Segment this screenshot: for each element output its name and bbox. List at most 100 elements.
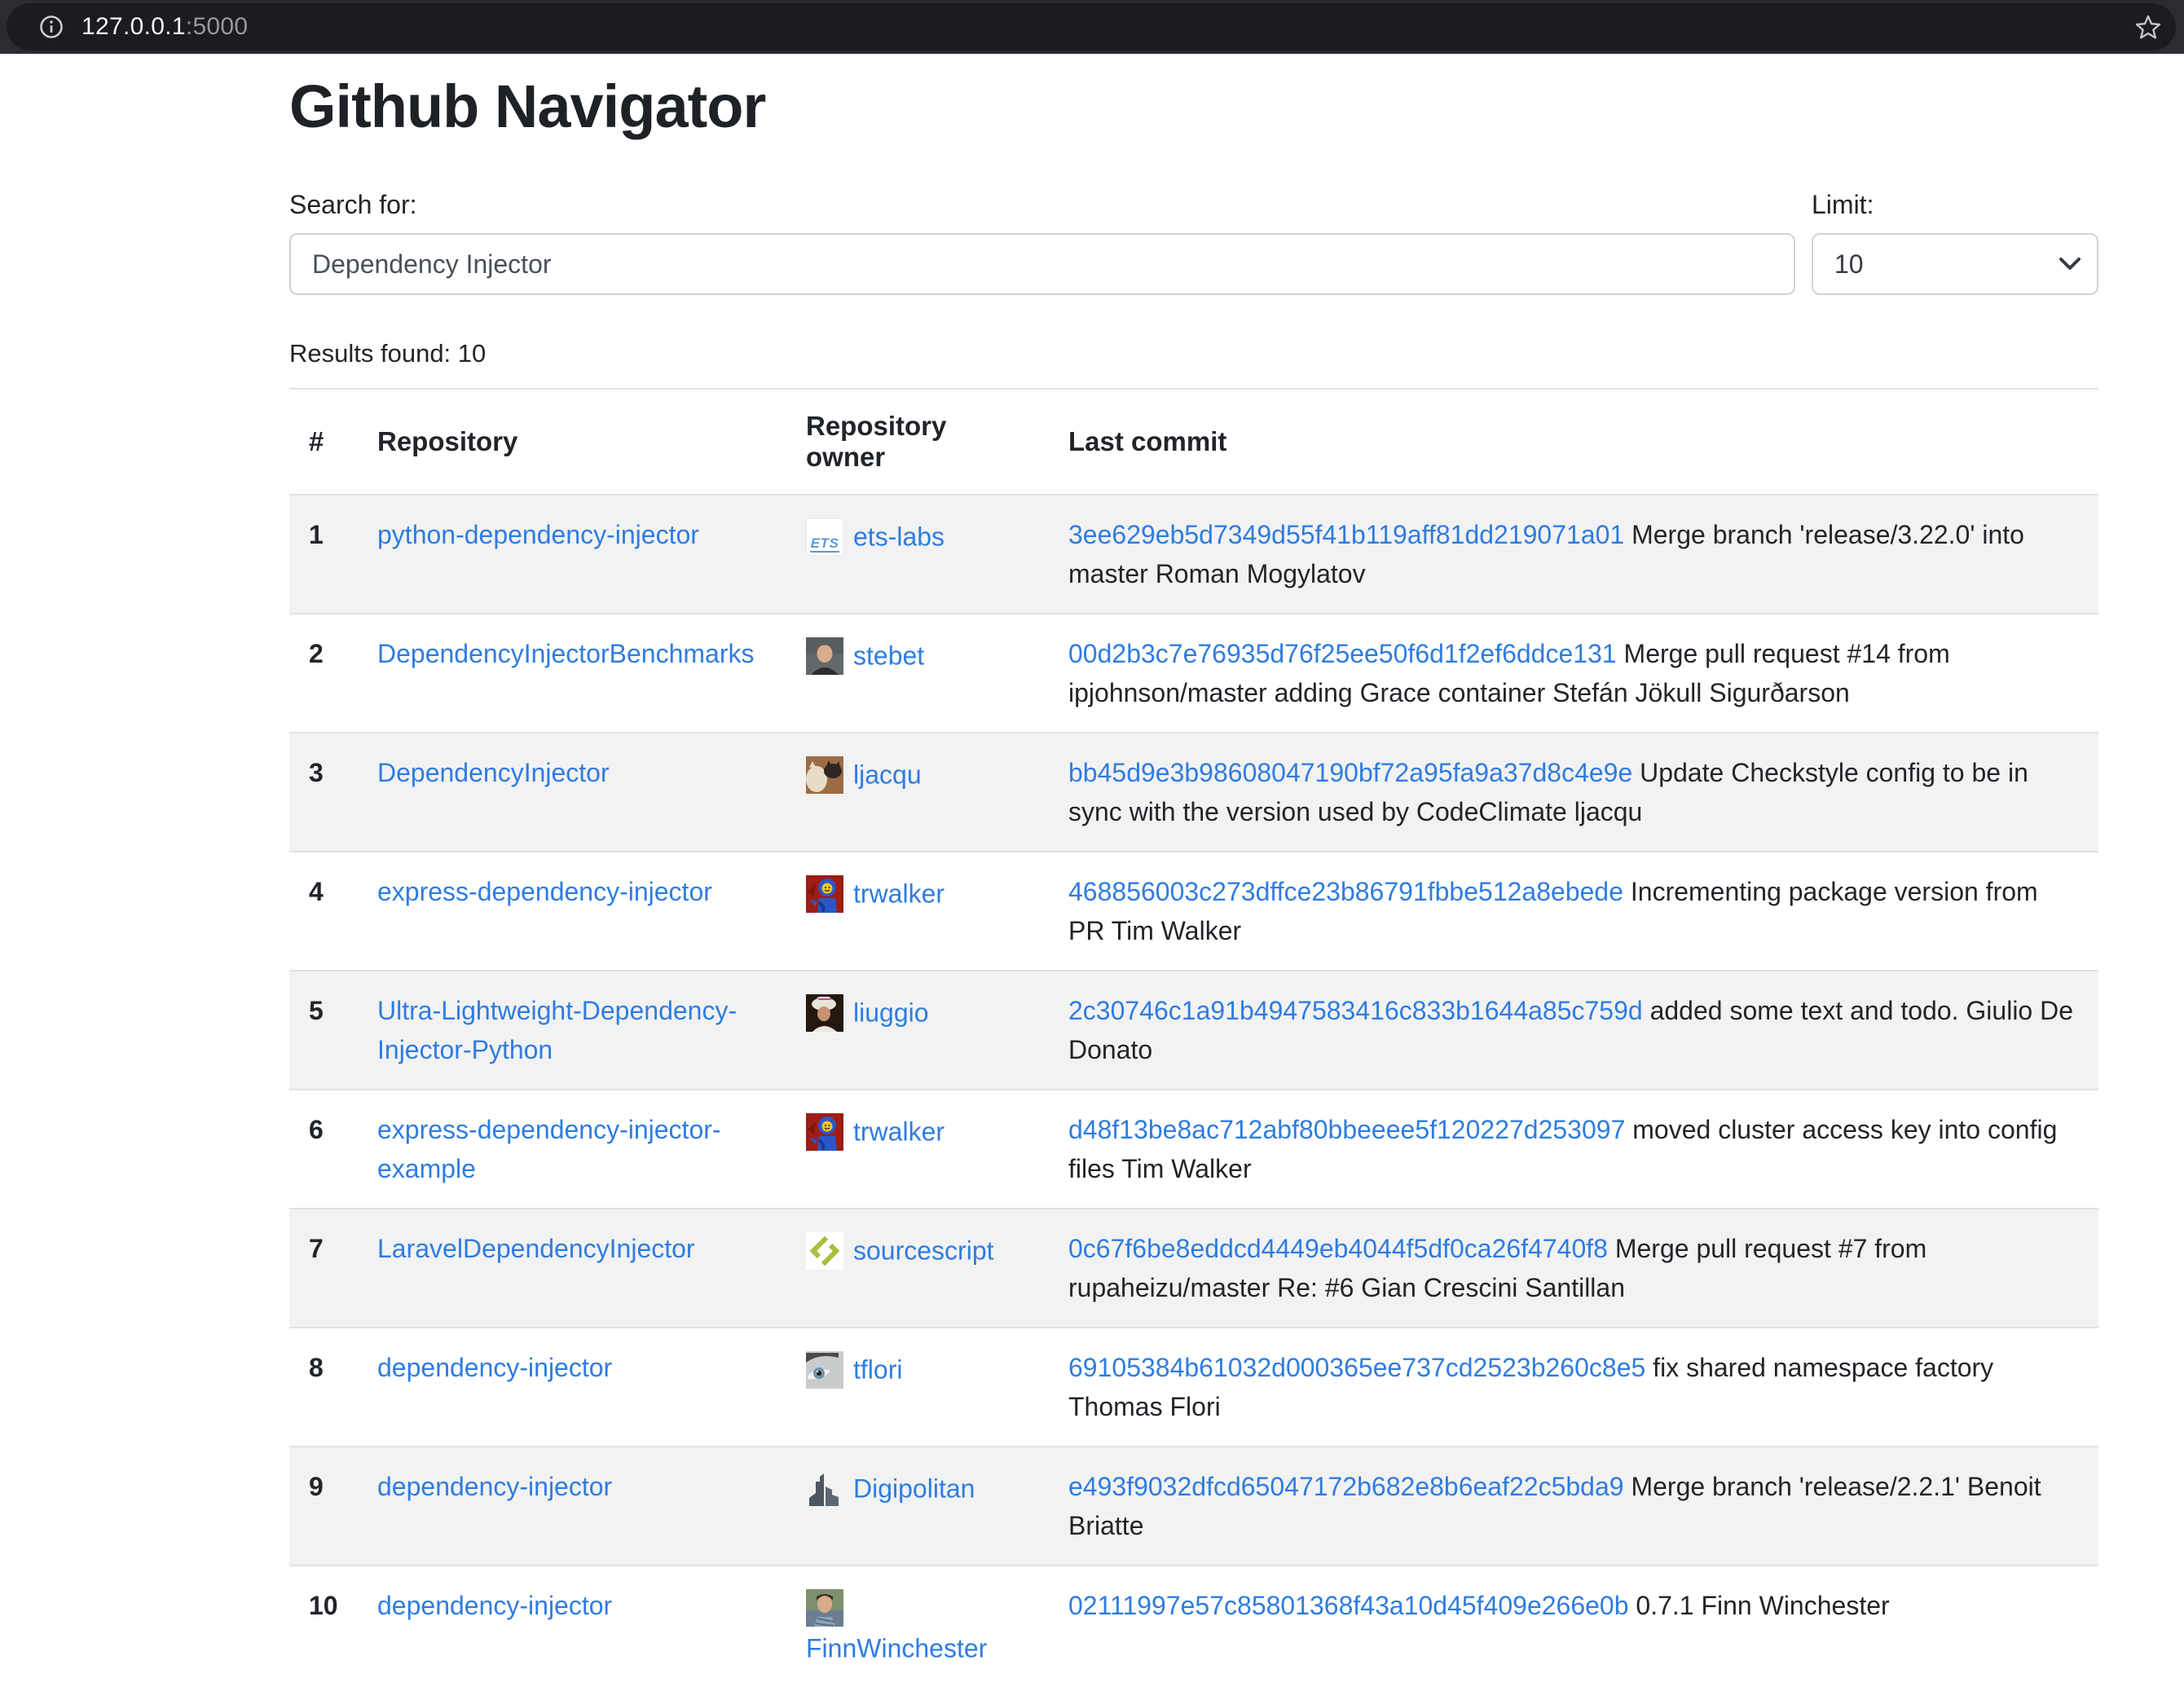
owner-link[interactable]: ljacqu <box>853 760 922 790</box>
repo-link[interactable]: dependency-injector <box>377 1591 612 1620</box>
owner-avatar-ets-logo: ETS <box>806 518 843 556</box>
row-number: 10 <box>289 1566 358 1687</box>
repo-link[interactable]: Ultra-Lightweight-Dependency-Injector-Py… <box>377 996 737 1064</box>
commit-cell: 02111997e57c85801368f43a10d45f409e266e0b… <box>1049 1566 2098 1687</box>
owner-avatar-building-silhouette <box>806 1470 843 1508</box>
repo-cell: python-dependency-injector <box>358 495 786 614</box>
owner-link[interactable]: stebet <box>853 641 924 671</box>
owner-avatar-cats-photo <box>806 756 843 794</box>
owner-link[interactable]: ets-labs <box>853 522 944 552</box>
commit-cell: 3ee629eb5d7349d55f41b119aff81dd219071a01… <box>1049 495 2098 614</box>
commit-hash-link[interactable]: 2c30746c1a91b4947583416c833b1644a85c759d <box>1068 996 1643 1025</box>
commit-hash-link[interactable]: 468856003c273dffce23b86791fbbe512a8ebede <box>1068 877 1623 906</box>
owner-cell: trwalker <box>786 852 1049 971</box>
owner-avatar-eye-closeup <box>806 1351 843 1389</box>
commit-cell: 2c30746c1a91b4947583416c833b1644a85c759d… <box>1049 971 2098 1090</box>
commit-hash-link[interactable]: bb45d9e3b98608047190bf72a95fa9a37d8c4e9e <box>1068 758 1632 787</box>
results-table: # Repository Repository owner Last commi… <box>289 388 2098 1687</box>
page-title: Github Navigator <box>289 72 2098 141</box>
col-header-commit: Last commit <box>1049 389 2098 495</box>
table-row: 1 python-dependency-injector ETS ets-labs… <box>289 495 2098 614</box>
url-text: 127.0.0.1:5000 <box>81 13 248 41</box>
commit-hash-link[interactable]: 69105384b61032d000365ee737cd2523b260c8e5 <box>1068 1353 1645 1382</box>
owner-cell: stebet <box>786 614 1049 733</box>
table-row: 8 dependency-injector tflori 69105384b61… <box>289 1328 2098 1447</box>
info-icon[interactable] <box>39 15 64 39</box>
owner-cell: liuggio <box>786 971 1049 1090</box>
commit-cell: 468856003c273dffce23b86791fbbe512a8ebede… <box>1049 852 2098 971</box>
limit-select[interactable]: 10 <box>1812 233 2098 295</box>
table-row: 9 dependency-injector Digipolitan e493f9… <box>289 1447 2098 1566</box>
row-number: 4 <box>289 852 358 971</box>
owner-avatar-man-portrait <box>806 1589 843 1627</box>
commit-cell: 0c67f6be8eddcd4449eb4044f5df0ca26f4740f8… <box>1049 1209 2098 1328</box>
owner-cell: FinnWinchester <box>786 1566 1049 1687</box>
owner-link[interactable]: tflori <box>853 1355 902 1385</box>
page-container: Github Navigator Search for: Limit: 10 R… <box>289 72 2098 1687</box>
repo-link[interactable]: express-dependency-injector <box>377 877 712 906</box>
browser-toolbar: 127.0.0.1:5000 <box>0 0 2184 54</box>
commit-hash-link[interactable]: 0c67f6be8eddcd4449eb4044f5df0ca26f4740f8 <box>1068 1234 1608 1263</box>
row-number: 3 <box>289 733 358 852</box>
table-row: 3 DependencyInjector ljacqu bb45d9e3b986… <box>289 733 2098 852</box>
table-row: 5 Ultra-Lightweight-Dependency-Injector-… <box>289 971 2098 1090</box>
table-row: 4 express-dependency-injector trwalker 4… <box>289 852 2098 971</box>
col-header-num: # <box>289 389 358 495</box>
owner-link[interactable]: trwalker <box>853 879 944 909</box>
commit-cell: d48f13be8ac712abf80bbeeee5f120227d253097… <box>1049 1090 2098 1209</box>
search-input[interactable] <box>289 233 1795 295</box>
row-number: 8 <box>289 1328 358 1447</box>
commit-hash-link[interactable]: e493f9032dfcd65047172b682e8b6eaf22c5bda9 <box>1068 1472 1624 1501</box>
repo-link[interactable]: DependencyInjector <box>377 758 610 787</box>
commit-hash-link[interactable]: 3ee629eb5d7349d55f41b119aff81dd219071a01 <box>1068 520 1624 549</box>
repo-cell: Ultra-Lightweight-Dependency-Injector-Py… <box>358 971 786 1090</box>
owner-avatar-man-portrait <box>806 637 843 675</box>
owner-link[interactable]: Digipolitan <box>853 1474 975 1504</box>
commit-hash-link[interactable]: 02111997e57c85801368f43a10d45f409e266e0b <box>1068 1591 1629 1620</box>
table-row: 7 LaravelDependencyInjector sourcescript… <box>289 1209 2098 1328</box>
ets-logo-text: ETS <box>810 536 840 553</box>
star-icon[interactable] <box>2133 12 2163 42</box>
commit-cell: e493f9032dfcd65047172b682e8b6eaf22c5bda9… <box>1049 1447 2098 1566</box>
repo-cell: LaravelDependencyInjector <box>358 1209 786 1328</box>
limit-label: Limit: <box>1812 190 2098 220</box>
row-number: 6 <box>289 1090 358 1209</box>
commit-hash-link[interactable]: 00d2b3c7e76935d76f25ee50f6d1f2ef6ddce131 <box>1068 639 1617 668</box>
owner-link[interactable]: trwalker <box>853 1117 944 1147</box>
repo-cell: express-dependency-injector-example <box>358 1090 786 1209</box>
table-header-row: # Repository Repository owner Last commi… <box>289 389 2098 495</box>
search-label: Search for: <box>289 190 1795 220</box>
repo-cell: dependency-injector <box>358 1447 786 1566</box>
repo-link[interactable]: dependency-injector <box>377 1472 612 1501</box>
col-header-repo: Repository <box>358 389 786 495</box>
owner-link[interactable]: sourcescript <box>853 1236 994 1266</box>
commit-cell: 69105384b61032d000365ee737cd2523b260c8e5… <box>1049 1328 2098 1447</box>
owner-link[interactable]: liuggio <box>853 998 929 1028</box>
results-summary: Results found: 10 <box>289 339 2098 368</box>
owner-cell: ETS ets-labs <box>786 495 1049 614</box>
row-number: 1 <box>289 495 358 614</box>
owner-avatar-lego-spaceman <box>806 875 843 913</box>
row-number: 9 <box>289 1447 358 1566</box>
url-port: :5000 <box>186 13 249 40</box>
url-host: 127.0.0.1 <box>81 13 186 40</box>
repo-link[interactable]: LaravelDependencyInjector <box>377 1234 695 1263</box>
repo-cell: DependencyInjectorBenchmarks <box>358 614 786 733</box>
search-form: Search for: Limit: 10 <box>289 190 2098 295</box>
repo-link[interactable]: dependency-injector <box>377 1353 612 1382</box>
repo-link[interactable]: express-dependency-injector-example <box>377 1115 721 1183</box>
owner-cell: Digipolitan <box>786 1447 1049 1566</box>
table-row: 2 DependencyInjectorBenchmarks stebet 00… <box>289 614 2098 733</box>
owner-avatar-green-diamond-logo <box>806 1232 843 1270</box>
repo-cell: DependencyInjector <box>358 733 786 852</box>
commit-hash-link[interactable]: d48f13be8ac712abf80bbeeee5f120227d253097 <box>1068 1115 1625 1144</box>
owner-link[interactable]: FinnWinchester <box>806 1633 987 1663</box>
table-row: 10 dependency-injector FinnWinchester 02… <box>289 1566 2098 1687</box>
owner-avatar-lego-spaceman <box>806 1113 843 1151</box>
repo-link[interactable]: python-dependency-injector <box>377 520 699 549</box>
owner-cell: tflori <box>786 1328 1049 1447</box>
owner-cell: trwalker <box>786 1090 1049 1209</box>
owner-cell: ljacqu <box>786 733 1049 852</box>
repo-link[interactable]: DependencyInjectorBenchmarks <box>377 639 754 668</box>
url-bar[interactable]: 127.0.0.1:5000 <box>7 3 2176 51</box>
